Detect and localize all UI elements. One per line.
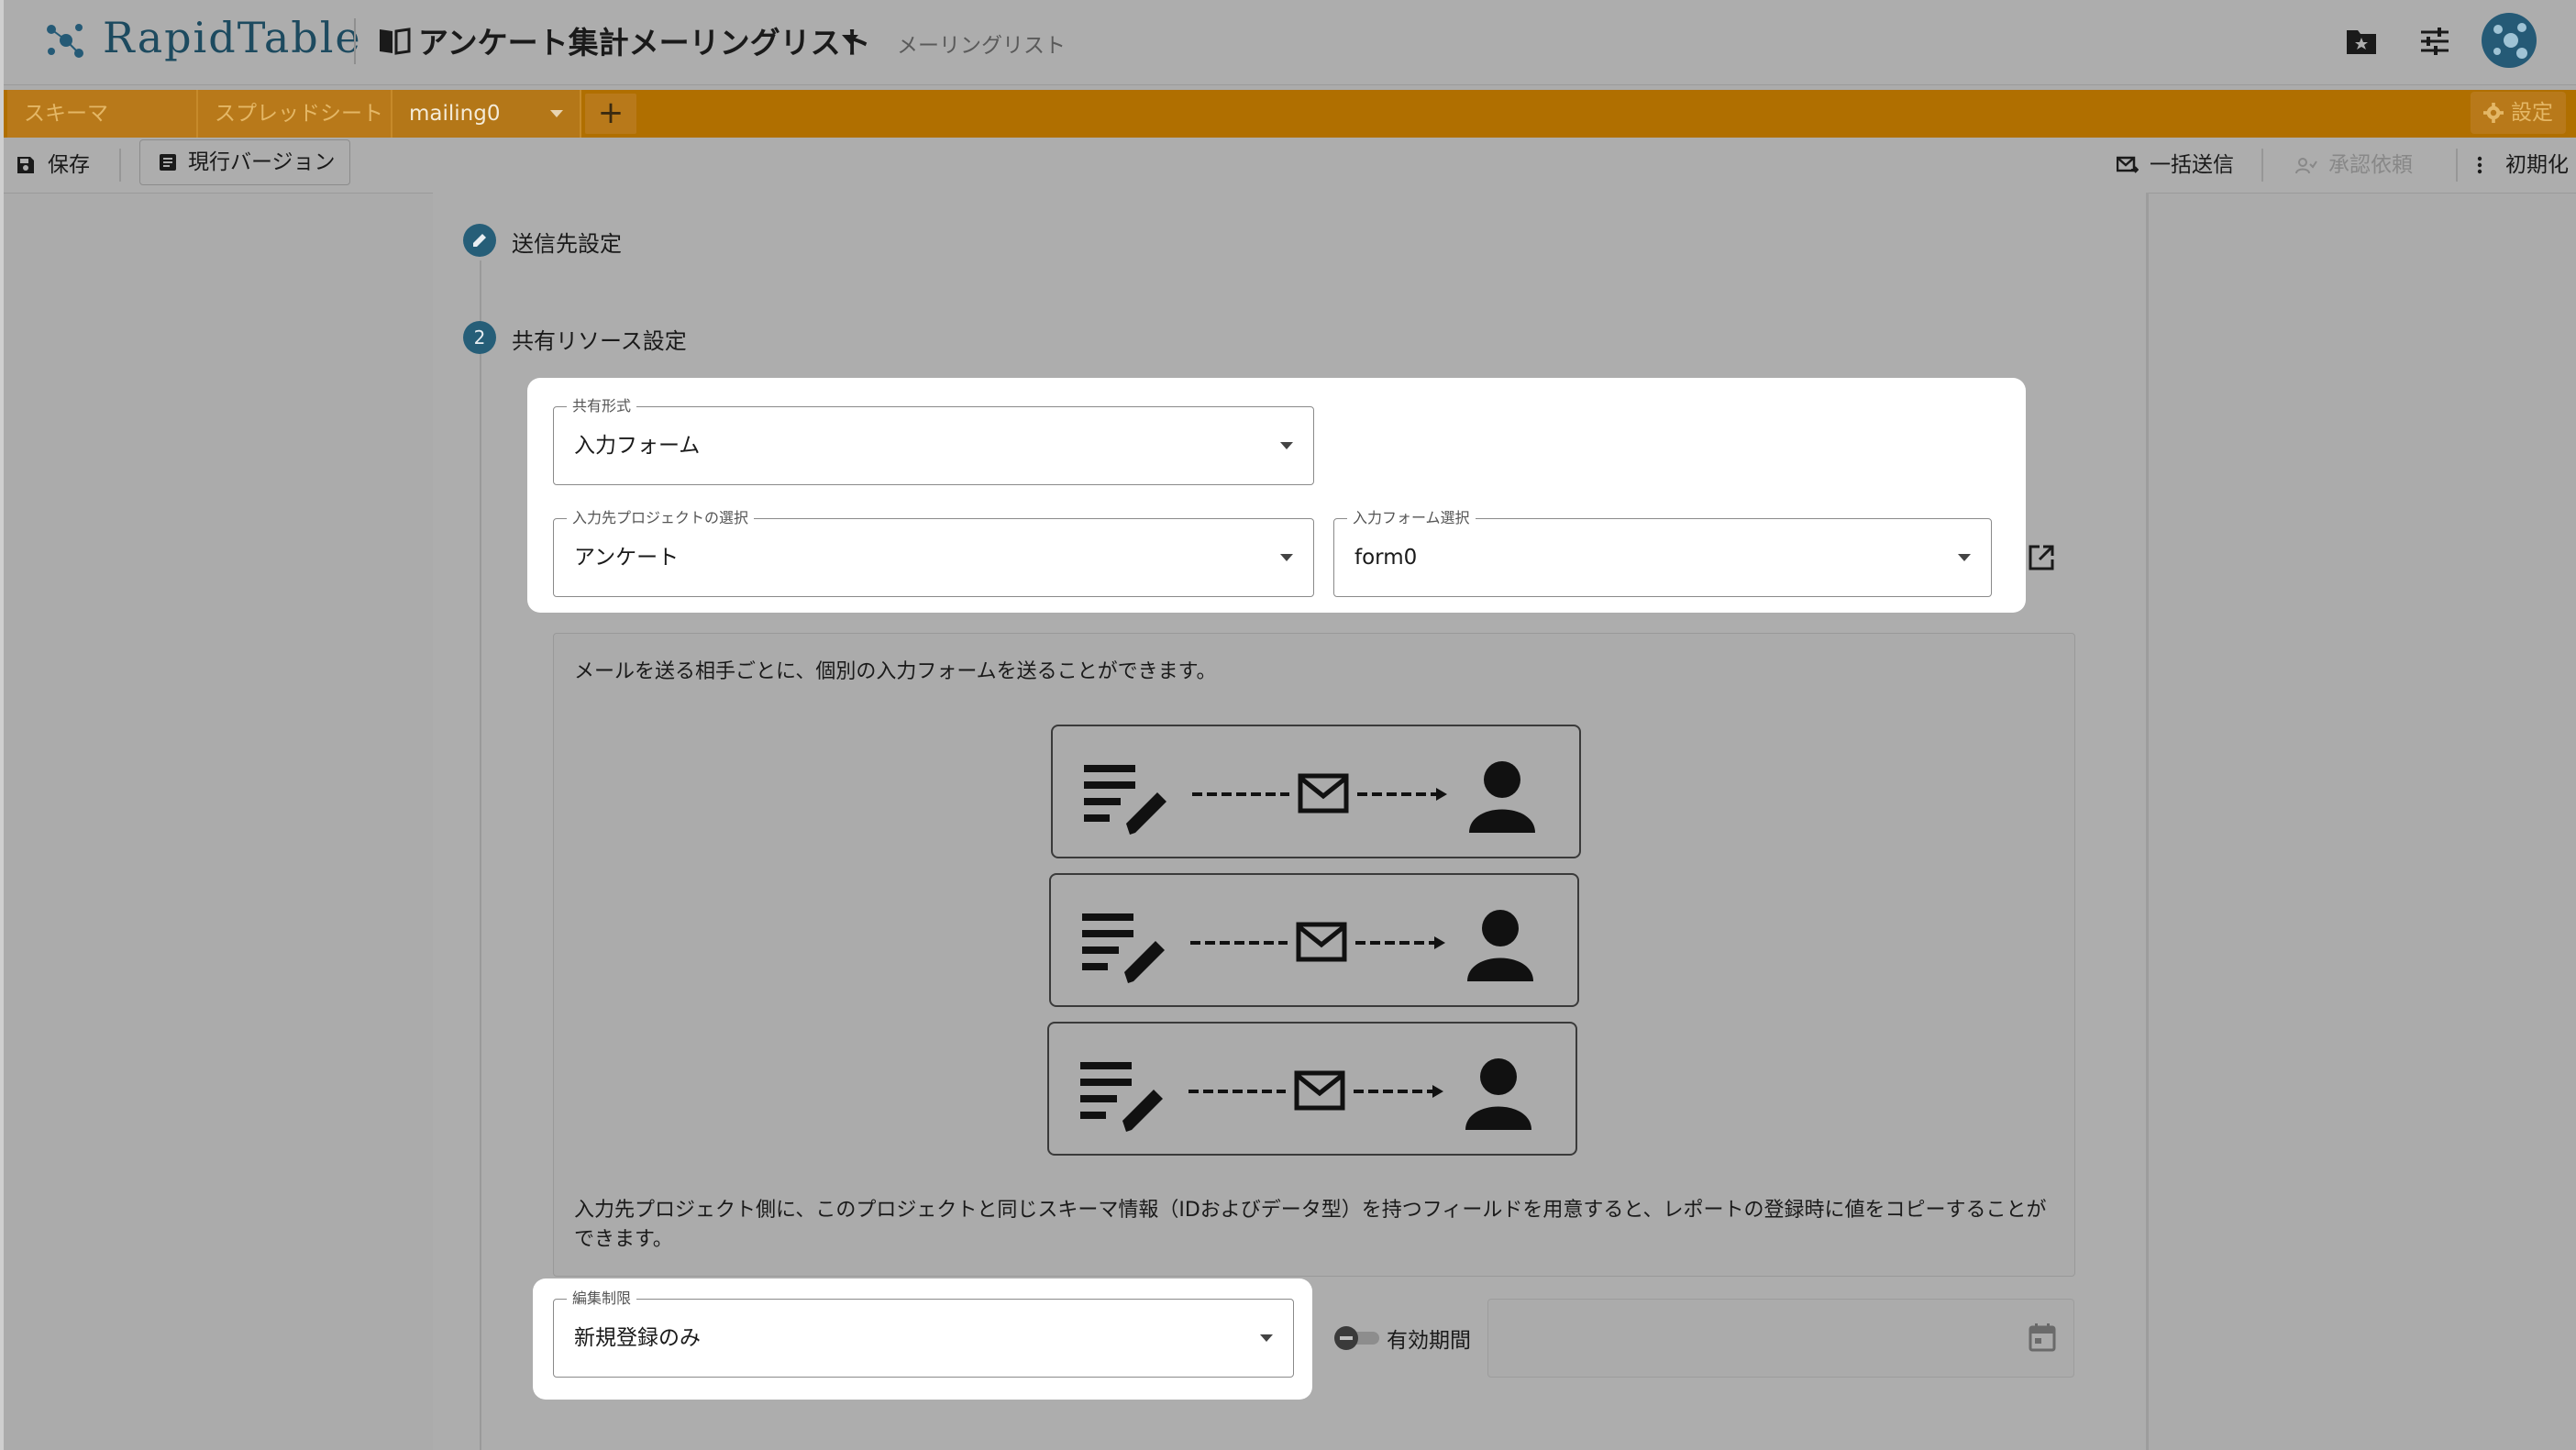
settings-label: 設定	[2511, 101, 2553, 125]
input-form-select[interactable]: 入力フォーム選択 form0	[1333, 509, 1992, 597]
bulk-send-label: 一括送信	[2150, 153, 2234, 177]
stepper-line	[480, 260, 481, 1450]
project-select[interactable]: 入力先プロジェクトの選択 アンケート	[553, 509, 1314, 597]
logo-text: RapidTable	[103, 13, 362, 62]
add-tab-button[interactable]: +	[585, 94, 636, 134]
project-subtitle: メーリングリスト	[897, 34, 1066, 58]
chevron-down-icon	[1958, 554, 1971, 561]
info-text-schema-copy: 入力先プロジェクト側に、このプロジェクトと同じスキーマ情報（IDおよびデータ型）…	[574, 1199, 2047, 1251]
validity-date-input[interactable]	[1487, 1299, 2074, 1378]
flow-diagram-row	[1051, 725, 1581, 858]
logo-icon[interactable]	[42, 17, 90, 64]
step1-label[interactable]: 送信先設定	[512, 226, 622, 258]
tab-spreadsheet[interactable]: スプレッドシート	[198, 90, 392, 138]
project-title[interactable]: アンケート集計メーリングリスト	[418, 18, 871, 62]
step1-edit-icon[interactable]	[463, 224, 496, 257]
form-to-person-flow-icon	[1082, 910, 1533, 983]
step2-number: 2	[463, 321, 496, 354]
document-icon	[160, 154, 176, 171]
person-check-icon	[2295, 158, 2317, 174]
chevron-down-icon	[1280, 554, 1293, 561]
chevron-down-icon[interactable]	[550, 110, 563, 117]
calendar-icon[interactable]	[2029, 1323, 2056, 1352]
toolbar-divider	[2261, 149, 2263, 182]
window-edge	[0, 0, 4, 1450]
flow-diagram-row	[1049, 873, 1579, 1007]
save-icon	[17, 157, 34, 173]
toolbar: 保存 一括送信 承認依頼 初期化	[0, 138, 2576, 194]
tab-schema[interactable]: スキーマ	[7, 90, 198, 138]
current-version-label: 現行バージョン	[188, 150, 336, 174]
initialize-label: 初期化	[2505, 153, 2569, 177]
tune-icon[interactable]	[2419, 26, 2450, 57]
settings-button[interactable]: 設定	[2471, 92, 2566, 134]
share-avatar-icon[interactable]	[2482, 13, 2537, 68]
chevron-down-icon[interactable]	[842, 35, 858, 44]
more-vertical-icon	[2477, 156, 2482, 174]
flow-diagram-row	[1047, 1022, 1577, 1156]
folder-star-icon[interactable]	[2346, 28, 2377, 55]
tab-mailing0[interactable]: mailing0	[392, 90, 581, 138]
share-type-select[interactable]: 共有形式 入力フォーム	[553, 397, 1314, 485]
validity-toggle[interactable]	[1332, 1324, 1383, 1352]
approval-label: 承認依頼	[2328, 153, 2413, 177]
chevron-down-icon	[1280, 442, 1293, 449]
chevron-down-icon	[1260, 1334, 1273, 1342]
save-label: 保存	[48, 153, 90, 177]
info-text-individual-form: メールを送る相手ごとに、個別の入力フォームを送ることができます。	[574, 660, 1217, 683]
step2-label: 共有リソース設定	[512, 328, 687, 354]
toolbar-divider	[119, 149, 121, 182]
input-form-value: form0	[1354, 546, 1418, 570]
edit-limit-select[interactable]: 編集制限 新規登録のみ	[553, 1290, 1294, 1378]
form-to-person-flow-icon	[1080, 1058, 1531, 1132]
mail-send-icon	[2117, 156, 2139, 173]
project-select-value: アンケート	[574, 546, 680, 570]
current-version-button[interactable]: 現行バージョン	[139, 139, 350, 185]
share-type-value: 入力フォーム	[574, 434, 701, 458]
book-icon	[380, 28, 411, 55]
tab-mailing0-label: mailing0	[409, 102, 501, 126]
edit-limit-value: 新規登録のみ	[574, 1326, 701, 1350]
open-in-new-icon[interactable]	[2027, 543, 2056, 572]
header-divider	[354, 18, 356, 64]
tab-bar: スキーマ スプレッドシート mailing0 +	[0, 90, 2576, 138]
validity-label: 有効期間	[1387, 1329, 1471, 1353]
panel-divider	[2146, 193, 2149, 1450]
form-to-person-flow-icon	[1084, 761, 1535, 835]
toolbar-divider	[2456, 149, 2458, 182]
gear-icon	[2483, 103, 2504, 123]
